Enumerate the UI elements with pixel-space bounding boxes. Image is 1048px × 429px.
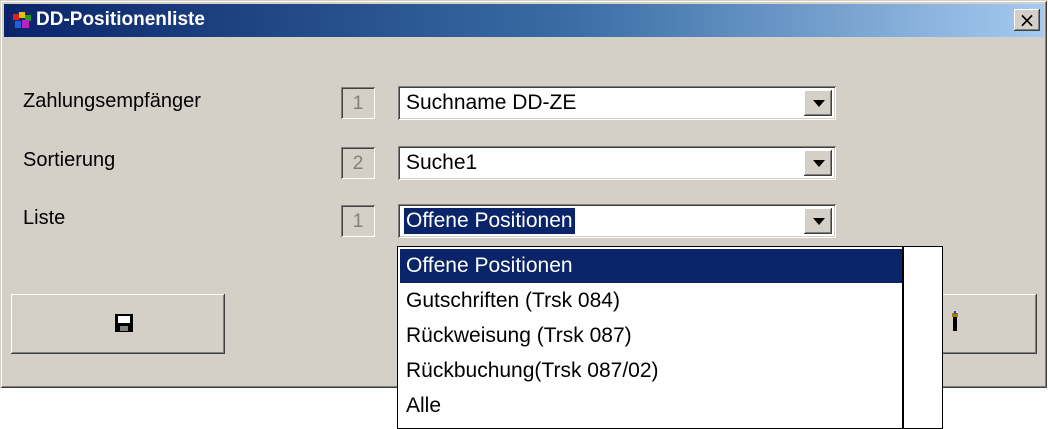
close-icon: × <box>1018 8 1036 32</box>
label-sortierung: Sortierung <box>23 149 116 171</box>
save-button[interactable] <box>11 294 225 354</box>
floppy-disk-icon <box>115 314 133 332</box>
chevron-down-icon[interactable] <box>804 208 832 234</box>
combo-value: Suche1 <box>406 151 478 174</box>
dropdown-option[interactable]: Offene Positionen <box>400 249 906 283</box>
dropdown-scrollbar[interactable] <box>902 247 942 428</box>
combo-zahlungsempfaenger[interactable]: Suchname DD-ZE <box>398 86 836 120</box>
label-zahlungsempfaenger: Zahlungsempfänger <box>23 90 201 112</box>
title-bar[interactable]: DD-Positionenliste × <box>4 4 1044 37</box>
dropdown-option[interactable]: Rückweisung (Trsk 087) <box>400 319 906 353</box>
combo-value: Offene Positionen <box>403 207 576 235</box>
dropdown-list[interactable]: Offene Positionen Gutschriften (Trsk 084… <box>397 246 943 429</box>
field-number-zahlungsempfaenger: 1 <box>341 87 375 119</box>
combo-sortierung[interactable]: Suche1 <box>398 146 836 180</box>
app-icon <box>13 12 31 28</box>
chevron-down-icon[interactable] <box>804 90 832 116</box>
chevron-down-icon[interactable] <box>804 150 832 176</box>
window-title: DD-Positionenliste <box>36 9 205 30</box>
dropdown-option[interactable]: Alle <box>400 389 906 423</box>
field-number-liste: 1 <box>341 205 375 237</box>
combo-value: Suchname DD-ZE <box>406 91 577 114</box>
field-number-sortierung: 2 <box>341 147 375 179</box>
combo-liste[interactable]: Offene Positionen <box>398 204 836 238</box>
dropdown-option[interactable]: Rückbuchung(Trsk 087/02) <box>400 354 906 388</box>
dropdown-option[interactable]: Gutschriften (Trsk 084) <box>400 284 906 318</box>
label-liste: Liste <box>23 207 66 229</box>
close-button[interactable]: × <box>1014 9 1040 31</box>
tool-icon <box>952 311 958 331</box>
